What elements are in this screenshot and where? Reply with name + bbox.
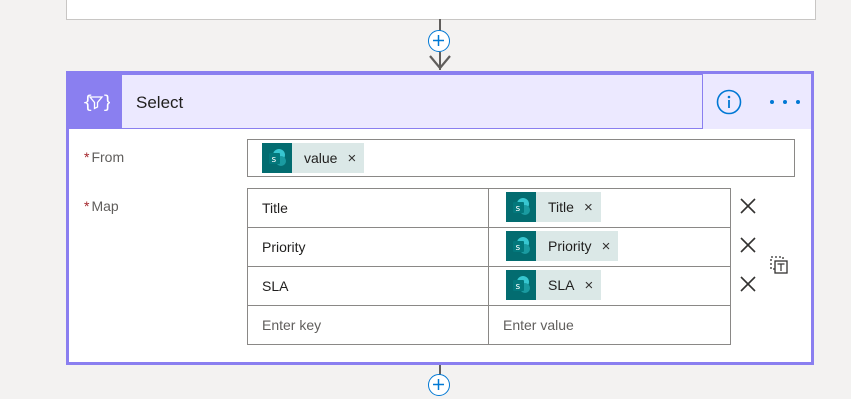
dynamic-content-token[interactable]: s value × <box>262 143 365 173</box>
sharepoint-icon: s <box>506 270 536 300</box>
more-dot <box>783 100 787 104</box>
select-action-card: { } Select *From s value × <box>66 71 814 365</box>
svg-text:s: s <box>516 282 521 292</box>
map-value-cell[interactable]: s Priority × <box>489 228 730 266</box>
map-table: Title s Title × Priority s Priority × SL… <box>247 188 731 345</box>
sharepoint-icon: s <box>506 231 536 261</box>
remove-token-icon[interactable]: × <box>602 238 611 255</box>
map-value-input[interactable]: Enter value <box>489 306 730 345</box>
more-options-button[interactable] <box>770 93 800 111</box>
action-title: Select <box>136 93 184 112</box>
data-operation-icon-box: { } <box>69 74 122 129</box>
map-key-text: SLA <box>262 278 289 294</box>
map-row: SLA s SLA × <box>248 267 730 306</box>
token-label: value <box>304 150 338 166</box>
remove-token-icon[interactable]: × <box>584 277 593 294</box>
map-key-cell[interactable]: SLA <box>248 267 489 305</box>
from-input[interactable]: s value × <box>247 139 795 177</box>
map-key-input[interactable]: Enter key <box>248 306 489 345</box>
dynamic-content-token[interactable]: s Priority × <box>506 231 619 261</box>
map-value-cell[interactable]: s SLA × <box>489 267 730 305</box>
required-marker: * <box>84 198 90 214</box>
from-label: * From <box>84 149 124 165</box>
token-label: SLA <box>548 277 575 293</box>
svg-text:s: s <box>516 243 521 253</box>
svg-text:s: s <box>516 204 521 214</box>
action-title-field[interactable]: Select <box>122 74 703 129</box>
delete-row-icon[interactable] <box>739 275 757 293</box>
svg-text:{: { <box>82 92 93 113</box>
data-operation-icon: { } <box>82 92 110 113</box>
map-value-cell[interactable]: s Title × <box>489 189 730 227</box>
svg-text:}: } <box>102 92 110 113</box>
map-label: * Map <box>84 198 119 214</box>
sharepoint-icon: s <box>262 143 292 173</box>
svg-text:s: s <box>272 155 277 165</box>
sharepoint-icon: s <box>506 192 536 222</box>
token-label: Title <box>548 199 574 215</box>
delete-row-icon[interactable] <box>739 197 757 215</box>
dynamic-content-token[interactable]: s Title × <box>506 192 601 222</box>
token-label: Priority <box>548 238 592 254</box>
switch-to-text-mode-icon[interactable] <box>769 255 789 275</box>
info-icon[interactable] <box>716 89 742 115</box>
remove-token-icon[interactable]: × <box>584 199 593 216</box>
map-row: Priority s Priority × <box>248 228 730 267</box>
value-placeholder: Enter value <box>503 317 574 333</box>
previous-action-card[interactable] <box>66 0 816 20</box>
remove-token-icon[interactable]: × <box>347 150 356 167</box>
more-dot <box>796 100 800 104</box>
insert-step-button[interactable] <box>428 374 450 396</box>
required-marker: * <box>84 149 90 165</box>
arrow-down-icon <box>429 55 451 70</box>
card-header[interactable]: { } Select <box>69 74 811 129</box>
map-key-text: Priority <box>262 239 306 255</box>
plus-icon <box>433 35 444 46</box>
map-key-text: Title <box>262 200 288 216</box>
dynamic-content-token[interactable]: s SLA × <box>506 270 602 300</box>
map-key-cell[interactable]: Priority <box>248 228 489 266</box>
insert-step-button[interactable] <box>428 30 450 52</box>
delete-row-icon[interactable] <box>739 236 757 254</box>
more-dot <box>770 100 774 104</box>
from-label-text: From <box>91 149 125 165</box>
map-row-empty: Enter key Enter value <box>248 306 730 345</box>
key-placeholder: Enter key <box>262 317 322 333</box>
map-label-text: Map <box>91 198 119 214</box>
map-row: Title s Title × <box>248 189 730 228</box>
map-key-cell[interactable]: Title <box>248 189 489 227</box>
